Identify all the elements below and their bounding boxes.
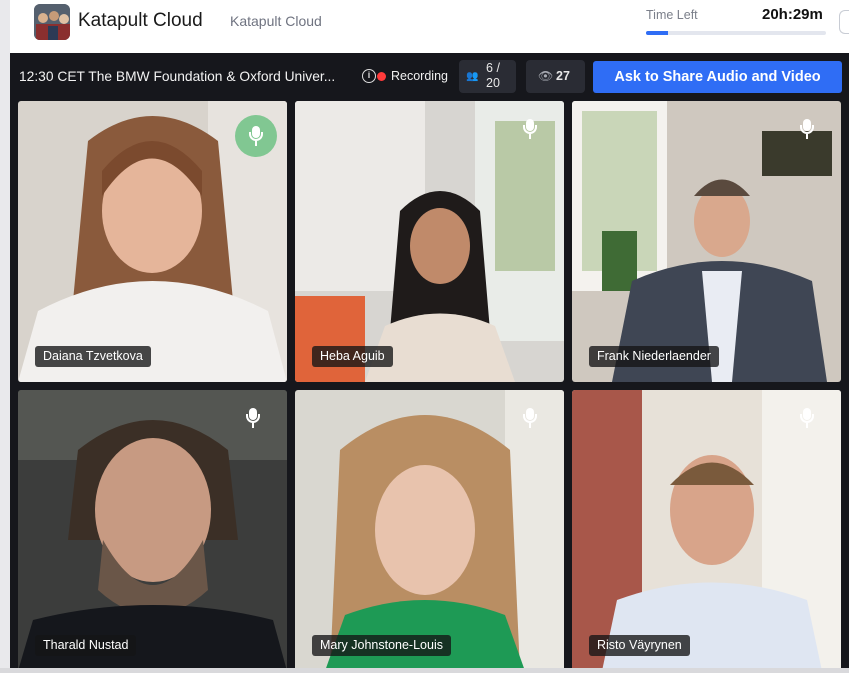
ask-to-share-button[interactable]: Ask to Share Audio and Video bbox=[593, 61, 842, 93]
app-logo bbox=[34, 4, 70, 40]
people-icon: 👥 bbox=[466, 71, 479, 82]
participant-name: Heba Aguib bbox=[312, 346, 393, 367]
participants-count: 6 / 20 bbox=[486, 61, 500, 90]
meeting-stage: 12:30 CET The BMW Foundation & Oxford Un… bbox=[10, 53, 849, 673]
recording-label: Recording bbox=[391, 69, 448, 83]
recording-dot-icon bbox=[377, 72, 386, 81]
participant-name: Risto Väyrynen bbox=[589, 635, 690, 656]
video-feed bbox=[295, 101, 564, 382]
info-icon[interactable]: i bbox=[362, 69, 376, 83]
participant-name: Frank Niederlaender bbox=[589, 346, 719, 367]
video-tile[interactable]: Risto Väyrynen bbox=[572, 390, 841, 671]
app-subtitle: Katapult Cloud bbox=[230, 13, 322, 29]
video-feed bbox=[572, 101, 841, 382]
video-feed bbox=[18, 390, 287, 671]
microphone-icon bbox=[520, 406, 540, 430]
video-tile[interactable]: Mary Johnstone-Louis bbox=[295, 390, 564, 671]
meeting-title: 12:30 CET The BMW Foundation & Oxford Un… bbox=[19, 69, 336, 84]
time-left-progress bbox=[646, 31, 826, 35]
participants-count-badge[interactable]: 👥 6 / 20 bbox=[459, 60, 516, 93]
video-tile[interactable]: Daiana Tzvetkova bbox=[18, 101, 287, 382]
video-tile[interactable]: Heba Aguib bbox=[295, 101, 564, 382]
video-feed bbox=[572, 390, 841, 671]
top-bar: Katapult Cloud Katapult Cloud Time Left … bbox=[10, 0, 849, 53]
microphone-icon bbox=[797, 117, 817, 141]
viewers-count: 27 bbox=[556, 69, 570, 83]
time-left-label: Time Left bbox=[646, 8, 698, 22]
microphone-icon bbox=[797, 406, 817, 430]
microphone-speaking-icon bbox=[235, 115, 277, 157]
bottom-edge bbox=[0, 668, 849, 673]
participant-name: Daiana Tzvetkova bbox=[35, 346, 151, 367]
eye-icon: 👁 bbox=[538, 69, 554, 83]
viewers-count-badge[interactable]: 👁 27 bbox=[526, 60, 585, 93]
time-left-value: 20h:29m bbox=[762, 6, 823, 23]
side-panel-toggle[interactable]: | bbox=[839, 10, 849, 34]
app-window: Katapult Cloud Katapult Cloud Time Left … bbox=[0, 0, 849, 673]
participant-name: Tharald Nustad bbox=[35, 635, 137, 656]
time-left-progress-fill bbox=[646, 31, 668, 35]
video-tile[interactable]: Tharald Nustad bbox=[18, 390, 287, 671]
participant-name: Mary Johnstone-Louis bbox=[312, 635, 451, 656]
video-tile[interactable]: Frank Niederlaender bbox=[572, 101, 841, 382]
microphone-icon bbox=[520, 117, 540, 141]
video-feed bbox=[295, 390, 564, 671]
app-name: Katapult Cloud bbox=[78, 10, 203, 31]
microphone-icon bbox=[243, 406, 263, 430]
